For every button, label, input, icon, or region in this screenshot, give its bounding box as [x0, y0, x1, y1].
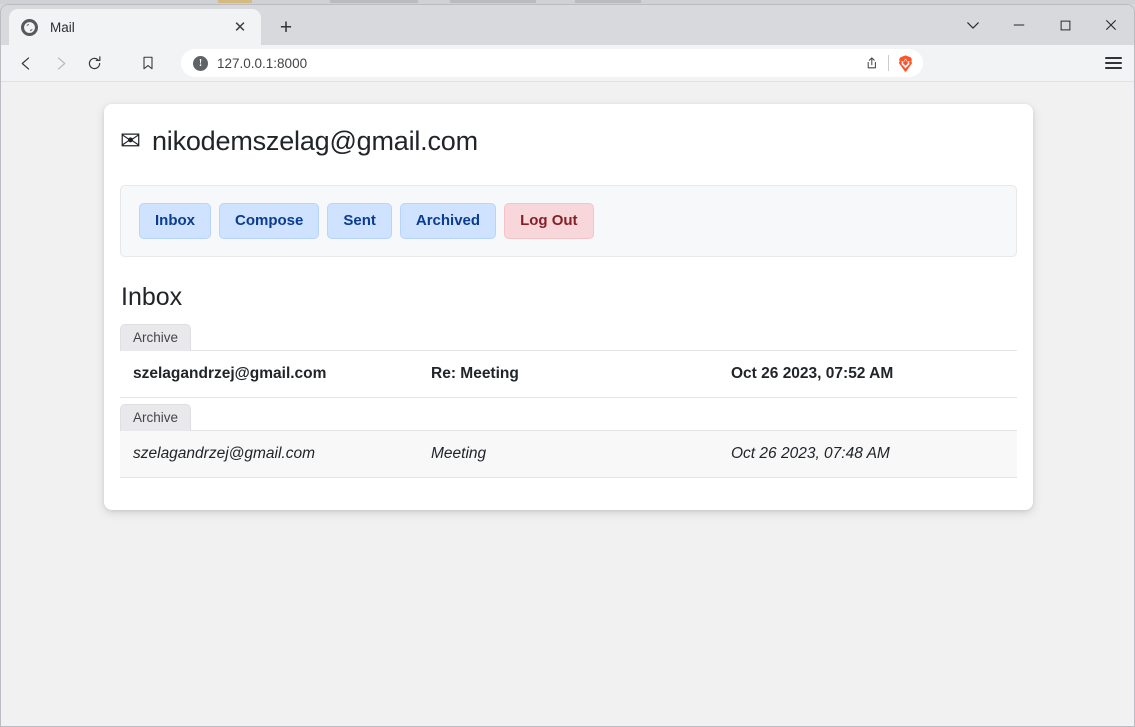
close-tab-icon[interactable]: ✕	[229, 16, 251, 38]
address-bar-actions	[858, 51, 917, 75]
brave-shields-lion-icon[interactable]	[893, 51, 917, 75]
address-bar[interactable]: ! 127.0.0.1:8000	[181, 49, 923, 77]
nav-button-sent[interactable]: Sent	[327, 203, 392, 239]
table-row[interactable]: szelagandrzej@gmail.com Meeting Oct 26 2…	[120, 429, 1017, 478]
page-title: Inbox	[121, 283, 183, 311]
globe-icon	[21, 18, 38, 36]
new-tab-button[interactable]: +	[269, 10, 303, 44]
email-subject: Re: Meeting	[431, 364, 519, 382]
close-window-icon[interactable]	[1088, 5, 1134, 45]
bookmark-icon[interactable]	[131, 48, 165, 78]
url-text[interactable]: 127.0.0.1:8000	[217, 56, 849, 71]
email-list: Archive szelagandrzej@gmail.com Re: Meet…	[120, 324, 1017, 484]
envelope-icon: ✉	[120, 127, 141, 155]
nav-button-compose[interactable]: Compose	[219, 203, 320, 239]
nav-button-log-out[interactable]: Log Out	[504, 203, 594, 239]
tab-search-chevron-icon[interactable]	[950, 5, 996, 45]
user-header: ✉ nikodemszelag@gmail.com	[120, 126, 1017, 157]
window-controls	[950, 5, 1134, 45]
browser-tab-mail[interactable]: Mail ✕	[9, 9, 261, 45]
toolbar-divider	[888, 55, 889, 71]
email-timestamp: Oct 26 2023, 07:48 AM	[731, 444, 890, 462]
email-sender: szelagandrzej@gmail.com	[133, 444, 316, 462]
email-subject: Meeting	[431, 444, 487, 462]
browser-window: Mail ✕ + ! 127.0.0.1:8000 ✉ nikodemszela…	[0, 4, 1135, 727]
email-block: Archive szelagandrzej@gmail.com Meeting …	[120, 403, 1017, 478]
nav-button-archived[interactable]: Archived	[399, 203, 497, 239]
page-viewport: ✉ nikodemszelag@gmail.com Inbox Compose …	[1, 82, 1134, 726]
mail-nav-bar: Inbox Compose Sent Archived Log Out	[120, 185, 1017, 257]
archive-button[interactable]: Archive	[120, 403, 192, 431]
minimize-icon[interactable]	[996, 5, 1042, 45]
email-block: Archive szelagandrzej@gmail.com Re: Meet…	[120, 324, 1017, 398]
maximize-icon[interactable]	[1042, 5, 1088, 45]
mail-app-card: ✉ nikodemszelag@gmail.com Inbox Compose …	[104, 104, 1033, 510]
nav-button-inbox[interactable]: Inbox	[139, 203, 211, 239]
back-arrow-icon[interactable]	[9, 48, 43, 78]
archive-button[interactable]: Archive	[120, 324, 192, 351]
forward-arrow-icon	[43, 48, 77, 78]
browser-toolbar: ! 127.0.0.1:8000	[1, 45, 1134, 82]
hamburger-menu-icon[interactable]	[1096, 48, 1130, 78]
reload-icon[interactable]	[77, 48, 111, 78]
user-email: nikodemszelag@gmail.com	[151, 126, 478, 156]
not-secure-info-icon[interactable]: !	[193, 55, 208, 71]
tab-strip: Mail ✕ +	[1, 5, 1134, 45]
table-row[interactable]: szelagandrzej@gmail.com Re: Meeting Oct …	[120, 349, 1017, 398]
share-icon[interactable]	[858, 51, 884, 75]
email-sender: szelagandrzej@gmail.com	[133, 364, 327, 382]
tab-title: Mail	[50, 19, 75, 35]
email-timestamp: Oct 26 2023, 07:52 AM	[731, 364, 894, 382]
